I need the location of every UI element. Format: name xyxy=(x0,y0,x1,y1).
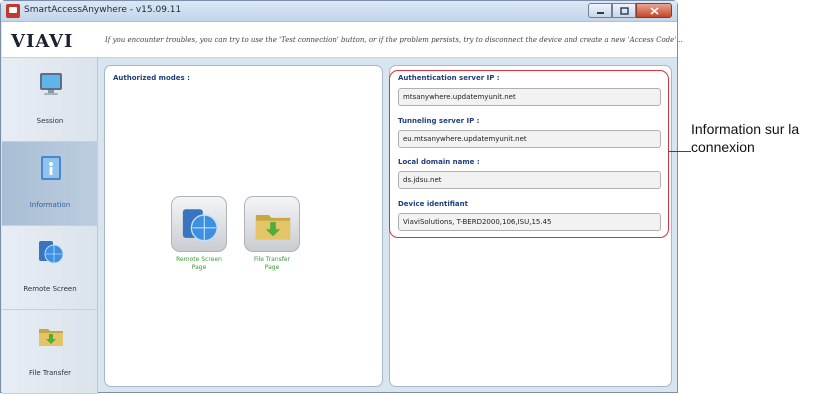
remote-screen-icon xyxy=(182,209,218,242)
file-transfer-page-button[interactable] xyxy=(244,196,300,252)
sidebar-label-information: Information xyxy=(29,201,71,209)
file-transfer-label-line2: Page xyxy=(264,264,280,271)
help-message: If you encounter troubles, you can try t… xyxy=(105,36,683,44)
sidebar-item-information[interactable]: Information xyxy=(2,142,98,226)
remote-screen-page-label: Remote Screen Page xyxy=(163,256,235,272)
sidebar: Session Information Remote Screen File T… xyxy=(2,58,98,394)
app-icon xyxy=(6,4,20,18)
folder-download-icon xyxy=(39,329,63,346)
maximize-icon xyxy=(619,6,629,15)
annotation-line1: Information sur la xyxy=(691,121,800,137)
minimize-icon xyxy=(596,11,604,14)
close-button[interactable] xyxy=(636,3,672,18)
file-transfer-label-line1: File Transfer xyxy=(253,256,291,263)
annotation-leader-line xyxy=(669,151,691,152)
remote-screen-label-line1: Remote Screen xyxy=(176,256,222,263)
sidebar-item-remote-screen[interactable]: Remote Screen xyxy=(2,226,98,310)
window-controls xyxy=(588,3,672,18)
header-bar: VIAVI If you encounter troubles, you can… xyxy=(2,22,683,58)
authorized-modes-panel: Authorized modes : Remote Screen Page Fi… xyxy=(104,65,383,387)
viavi-logo: VIAVI xyxy=(11,31,74,52)
remote-screen-label-line2: Page xyxy=(191,264,207,271)
information-icon xyxy=(41,156,61,180)
connection-info-annotation: Information sur la connexion xyxy=(691,120,799,156)
sidebar-item-session[interactable]: Session xyxy=(2,58,98,142)
authorized-modes-title: Authorized modes : xyxy=(113,74,190,82)
sidebar-label-file-transfer: File Transfer xyxy=(28,369,72,377)
maximize-button[interactable] xyxy=(612,3,636,18)
remote-screen-icon xyxy=(39,241,64,264)
minimize-button[interactable] xyxy=(588,3,612,18)
sidebar-item-file-transfer[interactable]: File Transfer xyxy=(2,310,98,394)
file-transfer-page-label: File Transfer Page xyxy=(236,256,308,272)
sidebar-label-remote-screen: Remote Screen xyxy=(23,285,77,293)
remote-screen-page-button[interactable] xyxy=(171,196,227,252)
annotation-line2: connexion xyxy=(691,139,755,155)
window-title: SmartAccessAnywhere - v15.09.11 xyxy=(24,5,182,15)
close-icon xyxy=(649,6,659,15)
title-bar[interactable]: SmartAccessAnywhere - v15.09.11 xyxy=(1,1,677,22)
connection-info-highlight xyxy=(389,70,669,238)
folder-download-icon xyxy=(255,215,291,240)
monitor-icon xyxy=(40,73,62,95)
sidebar-label-session: Session xyxy=(36,117,64,125)
